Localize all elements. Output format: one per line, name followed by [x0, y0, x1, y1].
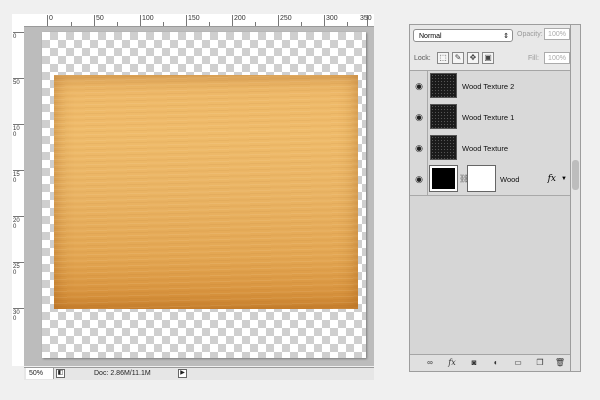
layer-name: Wood Texture 1 [462, 113, 515, 122]
ruler-top-label: 0 [49, 15, 53, 22]
fx-icon[interactable]: fx [446, 357, 458, 369]
lock-transparency-icon[interactable]: ⬚ [437, 52, 449, 64]
layer-row[interactable]: ◉ ⛓ Wood fx ▼ [410, 164, 570, 196]
fill-label: Fill: [528, 55, 539, 62]
lock-label: Lock: [414, 55, 431, 62]
link-layers-icon[interactable]: ∞ [424, 357, 436, 369]
adjustment-layer-icon[interactable]: ◐ [490, 357, 502, 369]
wood-texture-panel[interactable] [54, 75, 358, 309]
layer-row[interactable]: ◉ Wood Texture 1 [410, 102, 570, 134]
ruler-left-label: 200 [13, 218, 20, 230]
layer-thumbnail [430, 104, 457, 129]
ruler-left-label: 300 [13, 310, 20, 322]
select-arrows-icon: ⇕ [503, 33, 509, 40]
ruler-tick [278, 15, 279, 26]
layer-row[interactable]: ◉ Wood Texture [410, 133, 570, 165]
layer-name: Wood Texture [462, 144, 508, 153]
visibility-eye-icon[interactable]: ◉ [411, 71, 428, 102]
ruler-left-label: 100 [13, 126, 20, 138]
expand-effects-icon[interactable]: ▼ [561, 164, 567, 195]
scrollbar-thumb[interactable] [572, 160, 579, 190]
ruler-tick [71, 22, 72, 26]
ruler-tick [13, 170, 24, 171]
layer-thumbnail [430, 73, 457, 98]
ruler-tick [209, 22, 210, 26]
layer-name: Wood Texture 2 [462, 82, 515, 91]
ruler-tick [324, 15, 325, 26]
layer-mask-icon[interactable]: ◙ [468, 357, 480, 369]
status-menu-icon[interactable]: ◧ [56, 369, 65, 378]
layer-thumbnail [429, 165, 458, 192]
ruler-tick [13, 262, 24, 263]
ruler-top-label: 350 [360, 15, 372, 22]
ruler-tick [94, 15, 95, 26]
ruler-left-label: 250 [13, 264, 20, 276]
visibility-eye-icon[interactable]: ◉ [411, 102, 428, 133]
ruler-tick [13, 308, 24, 309]
layer-thumbnail [430, 135, 457, 160]
ruler-tick [186, 15, 187, 26]
layers-panel: Normal ⇕ Opacity: 100% Lock: ⬚ ✎ ✥ ▣ Fil… [409, 24, 571, 372]
trash-icon[interactable]: 🗑 [554, 357, 566, 369]
ruler-tick [13, 124, 24, 125]
zoom-level[interactable]: 50% [26, 368, 54, 379]
blend-mode-select[interactable]: Normal ⇕ [413, 29, 513, 42]
ruler-left-label: 150 [13, 172, 20, 184]
group-folder-icon[interactable]: ▭ [512, 357, 524, 369]
layer-mask-thumbnail[interactable] [467, 165, 496, 192]
ruler-tick [163, 22, 164, 26]
opacity-label: Opacity: [517, 31, 543, 38]
visibility-eye-icon[interactable]: ◉ [411, 133, 428, 164]
ruler-tick [301, 22, 302, 26]
lock-image-brush-icon[interactable]: ✎ [452, 52, 464, 64]
ruler-top-label: 150 [188, 15, 200, 22]
status-arrow-icon[interactable]: ▶ [178, 369, 187, 378]
ruler-tick [140, 15, 141, 26]
ruler-tick [13, 78, 24, 79]
ruler-top-label: 100 [142, 15, 154, 22]
lock-all-icon[interactable]: ▣ [482, 52, 494, 64]
ruler-tick [232, 15, 233, 26]
ruler-tick [47, 15, 48, 26]
fill-field[interactable]: 100% [544, 52, 570, 64]
layers-scrollbar[interactable] [571, 24, 581, 372]
ruler-tick [13, 32, 24, 33]
layer-row[interactable]: ◉ Wood Texture 2 [410, 71, 570, 103]
ruler-tick [117, 22, 118, 26]
ruler-top-label: 300 [326, 15, 338, 22]
ruler-left-label: 50 [13, 80, 20, 86]
layers-options-bar: Normal ⇕ Opacity: 100% Lock: ⬚ ✎ ✥ ▣ Fil… [410, 25, 570, 71]
lock-position-move-icon[interactable]: ✥ [467, 52, 479, 64]
ruler-tick [13, 216, 24, 217]
layers-panel-footer: ∞ fx ◙ ◐ ▭ ❐ 🗑 [410, 354, 570, 371]
ruler-top-label: 200 [234, 15, 246, 22]
ruler-top-label: 50 [96, 15, 104, 22]
ruler-tick [347, 22, 348, 26]
document-size-info: Doc: 2.86M/11.1M [94, 370, 151, 377]
opacity-field[interactable]: 100% [544, 28, 570, 40]
ruler-top: 0 50 100 150 200 250 300 350 [24, 14, 374, 27]
status-bar: 50% ◧ Doc: 2.86M/11.1M ▶ [24, 367, 374, 380]
visibility-eye-icon[interactable]: ◉ [411, 164, 428, 195]
ruler-top-label: 250 [280, 15, 292, 22]
layer-name: Wood [500, 175, 520, 184]
ruler-left-label: 0 [13, 34, 17, 40]
blend-mode-value: Normal [419, 33, 442, 40]
ruler-tick [255, 22, 256, 26]
new-layer-icon[interactable]: ❐ [534, 357, 546, 369]
layer-effects-icon[interactable]: fx [548, 164, 556, 195]
